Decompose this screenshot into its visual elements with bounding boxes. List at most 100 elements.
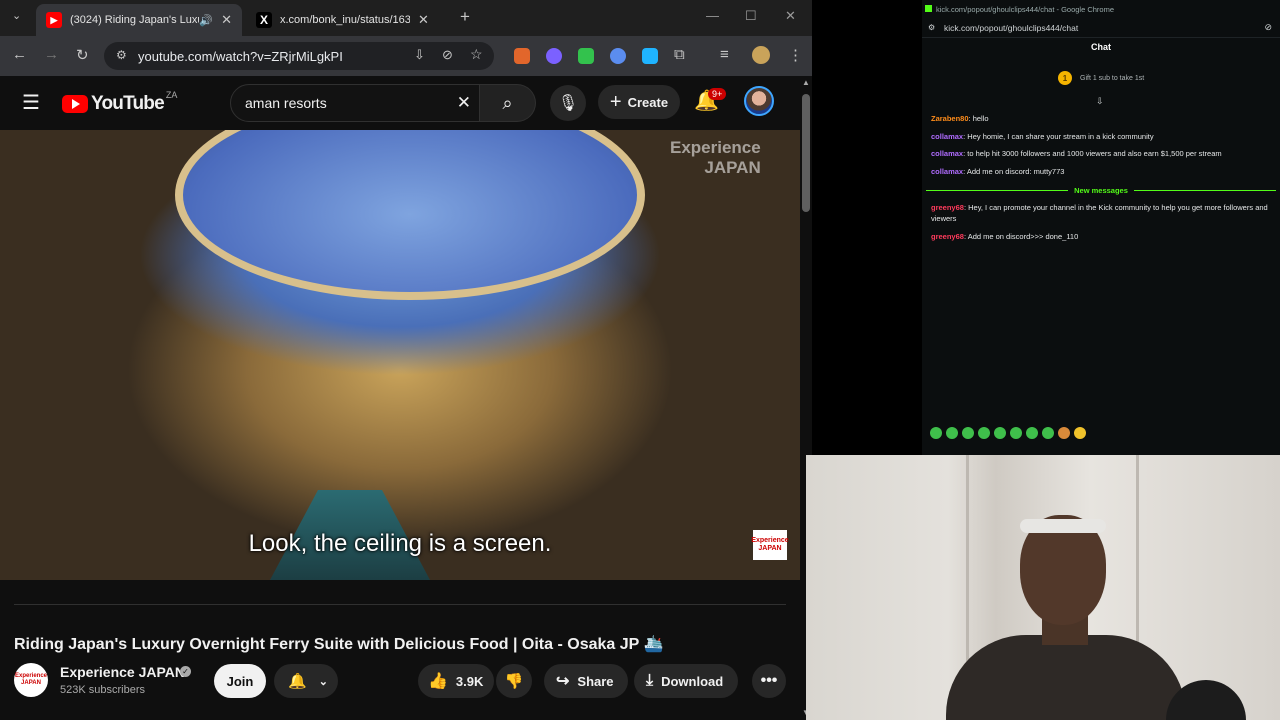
eye-off-icon[interactable]: ⊘ [442, 47, 453, 63]
emote-icon[interactable] [1026, 427, 1038, 439]
chat-message: collamax: to help hit 3000 followers and… [931, 149, 1222, 158]
dislike-button[interactable]: 👎 [496, 664, 532, 698]
close-icon[interactable]: ✕ [418, 12, 429, 28]
subscription-bell-button[interactable]: 🔔 ⌄ [274, 664, 338, 698]
search-input[interactable]: aman resorts ✕ [230, 84, 480, 122]
caption-text: Look, the ceiling is a screen. [248, 530, 552, 557]
install-icon[interactable]: ⇩ [414, 47, 425, 63]
hamburger-menu-icon[interactable]: ☰ [22, 90, 40, 115]
new-messages-label: New messages [1074, 186, 1128, 195]
extensions-puzzle-icon[interactable]: ⧉ [674, 46, 685, 63]
phantom-extension-icon[interactable] [546, 48, 562, 64]
search-button[interactable]: ⌕ [480, 84, 536, 122]
translate-extension-icon[interactable] [642, 48, 658, 64]
tab-youtube[interactable]: ▶ (3024) Riding Japan's Luxur 🔊 ✕ [36, 4, 242, 36]
site-info-icon[interactable]: ⚙ [928, 23, 935, 32]
eye-off-icon[interactable]: ⊘ [1264, 22, 1272, 33]
channel-name[interactable]: Experience JAPAN [60, 664, 185, 680]
like-count: 3.9K [455, 673, 484, 689]
share-label: Share [577, 673, 614, 689]
divider [14, 604, 786, 605]
profile-avatar-icon[interactable] [752, 46, 770, 64]
green-extension-icon[interactable] [578, 48, 594, 64]
tab-x[interactable]: X x.com/bonk_inu/status/163970 ✕ [246, 4, 452, 36]
tab-search-icon[interactable]: ⌄ [12, 9, 21, 22]
maximize-icon[interactable]: ☐ [745, 8, 757, 24]
chat-message: collamax: Add me on discord: mutty773 [931, 167, 1065, 176]
like-button[interactable]: 👍 3.9K [418, 664, 494, 698]
browser-window: ⌄ ▶ (3024) Riding Japan's Luxur 🔊 ✕ X x.… [0, 0, 812, 720]
account-avatar[interactable] [744, 86, 774, 116]
more-actions-button[interactable]: ••• [752, 664, 786, 698]
create-button[interactable]: + Create [598, 85, 680, 119]
chat-username[interactable]: collamax [931, 167, 963, 176]
pinned-chevron-icon[interactable]: ⇩ [1096, 96, 1104, 107]
share-button[interactable]: ↪ Share [544, 664, 628, 698]
emote-icon[interactable] [994, 427, 1006, 439]
more-horizontal-icon: ••• [760, 672, 778, 689]
streamer-headband [1020, 519, 1106, 533]
watermark-line1: Experience [670, 138, 761, 157]
join-button[interactable]: Join [214, 664, 266, 698]
blue-extension-icon[interactable] [610, 48, 626, 64]
kick-url-bar[interactable]: ⚙ kick.com/popout/ghoulclips444/chat ⊘ [922, 18, 1280, 38]
microphone-icon: 🎙 [557, 95, 579, 112]
tab-title: (3024) Riding Japan's Luxur [69, 14, 200, 26]
webcam-feed [806, 455, 1280, 720]
share-arrow-icon: ↪ [556, 673, 570, 690]
voice-search-button[interactable]: 🎙 [550, 85, 586, 121]
download-button[interactable]: ⤓ Download [634, 664, 738, 698]
corner-channel-logo[interactable]: Experience JAPAN [751, 530, 789, 560]
watermark-line2: JAPAN [704, 158, 761, 177]
browser-toolbar: ← → ↻ ⚙ youtube.com/watch?v=ZRjrMiLgkPI … [0, 36, 812, 76]
speaker-icon[interactable]: 🔊 [199, 14, 213, 27]
minimize-icon[interactable]: — [706, 8, 719, 23]
media-controls-icon[interactable]: ≡ [720, 46, 729, 63]
ceiling-dome-scene [175, 130, 645, 300]
emote-icon[interactable] [962, 427, 974, 439]
youtube-logo[interactable]: YouTube ZA [62, 90, 177, 115]
chat-username[interactable]: Zaraben80 [931, 114, 969, 123]
metamask-extension-icon[interactable] [514, 48, 530, 64]
chrome-menu-icon[interactable]: ⋮ [788, 46, 803, 64]
chat-text: Hey, I can promote your channel in the K… [931, 203, 1268, 223]
chat-text: Add me on discord>>> done_110 [967, 232, 1079, 241]
chat-username[interactable]: greeny68 [931, 232, 964, 241]
address-bar[interactable]: ⚙ youtube.com/watch?v=ZRjrMiLgkPI ⇩ ⊘ ☆ [104, 42, 494, 70]
emote-icon[interactable] [1058, 427, 1070, 439]
window-close-icon[interactable]: ✕ [785, 8, 796, 24]
emote-icon[interactable] [1010, 427, 1022, 439]
clear-search-icon[interactable]: ✕ [457, 93, 471, 113]
chat-message: collamax: Hey homie, I can share your st… [931, 132, 1154, 141]
scrollbar-thumb[interactable] [802, 94, 810, 212]
scroll-up-icon[interactable]: ▲ [802, 78, 810, 87]
kick-favicon-icon [925, 5, 932, 12]
new-tab-icon[interactable]: + [460, 7, 470, 27]
site-info-icon[interactable]: ⚙ [116, 48, 127, 62]
emote-icon[interactable] [1074, 427, 1086, 439]
gift-sub-banner[interactable]: 1 Gift 1 sub to take 1st [1058, 71, 1144, 85]
chat-message: Zaraben80: hello [931, 114, 989, 123]
emote-icon[interactable] [978, 427, 990, 439]
video-player[interactable]: Experience JAPAN Look, the ceiling is a … [0, 130, 800, 580]
back-icon[interactable]: ← [12, 46, 27, 63]
chat-username[interactable]: greeny68 [931, 203, 964, 212]
window-title-text: kick.com/popout/ghoulclips444/chat - Goo… [936, 4, 1115, 14]
chat-username[interactable]: collamax [931, 149, 963, 158]
reload-icon[interactable]: ↻ [76, 46, 89, 64]
emote-icon[interactable] [1042, 427, 1054, 439]
forward-icon[interactable]: → [44, 46, 59, 63]
chat-header: Chat [1091, 42, 1111, 52]
chat-text: Add me on discord: mutty773 [966, 167, 1065, 176]
emote-icon[interactable] [946, 427, 958, 439]
bookmark-star-icon[interactable]: ☆ [470, 46, 483, 63]
close-icon[interactable]: ✕ [221, 12, 232, 28]
youtube-play-icon [62, 95, 88, 113]
download-icon: ⤓ [646, 672, 654, 689]
verified-check-icon: ✓ [180, 666, 191, 677]
video-info-section: Riding Japan's Luxury Overnight Ferry Su… [0, 580, 800, 720]
kick-url-text: kick.com/popout/ghoulclips444/chat [944, 22, 1079, 33]
channel-avatar[interactable]: Experience JAPAN [14, 663, 48, 697]
chat-username[interactable]: collamax [931, 132, 963, 141]
emote-icon[interactable] [930, 427, 942, 439]
